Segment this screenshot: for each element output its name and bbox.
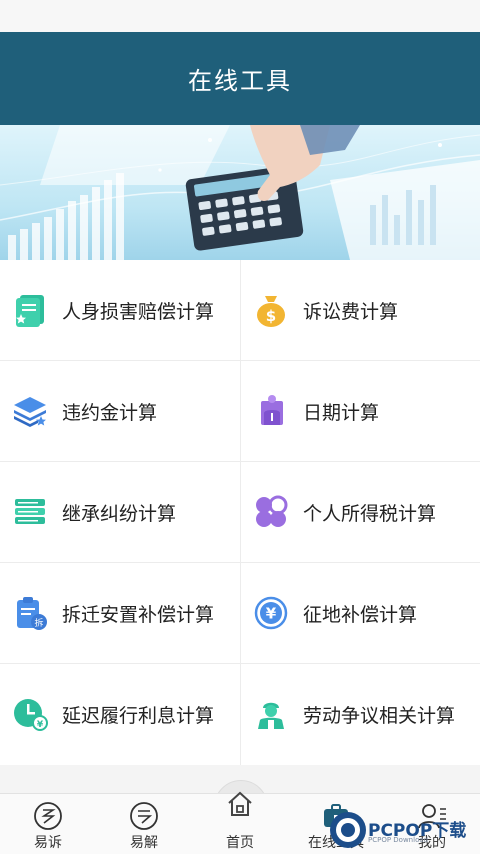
tab-label: 易诉 [34, 835, 62, 851]
tab-home[interactable]: 首页 [192, 791, 288, 854]
yen-circle-icon: ¥ [254, 596, 288, 630]
book-stack-icon [15, 499, 45, 524]
tool-label: 延迟履行利息计算 [62, 704, 215, 727]
tool-demolition[interactable]: 拆 拆迁安置补偿计算 [0, 563, 239, 663]
clock-yen-icon: ¥ [14, 699, 48, 731]
yisu-icon [34, 802, 62, 830]
tool-labor-dispute[interactable]: 劳动争议相关计算 [241, 664, 480, 764]
status-bar [0, 0, 480, 32]
tool-litigation-fee[interactable]: $ 诉讼费计算 [241, 260, 480, 360]
tool-date[interactable]: 日期计算 [241, 361, 480, 461]
tab-label: 易解 [130, 835, 158, 851]
tool-label: 征地补偿计算 [303, 603, 418, 626]
svg-text:拆: 拆 [34, 617, 43, 629]
watermark-logo-icon [330, 812, 366, 848]
tab-label: 首页 [226, 835, 254, 851]
tool-label: 诉讼费计算 [303, 300, 399, 323]
svg-text:¥: ¥ [266, 605, 277, 623]
watermark-sub: PCPOP Download [368, 836, 429, 844]
svg-text:$: $ [266, 307, 276, 325]
tool-personal-injury[interactable]: 人身损害赔偿计算 [0, 260, 239, 360]
tab-yisu[interactable]: 易诉 [0, 794, 96, 854]
tool-label: 个人所得税计算 [303, 502, 437, 525]
svg-text:¥: ¥ [37, 720, 44, 730]
tool-label: 劳动争议相关计算 [303, 704, 456, 727]
yijie-icon [130, 802, 158, 830]
home-icon [228, 791, 252, 816]
tool-label: 违约金计算 [62, 401, 158, 424]
banner-image [0, 125, 480, 260]
tool-inheritance[interactable]: 继承纠纷计算 [0, 462, 239, 562]
tool-label: 继承纠纷计算 [62, 502, 177, 525]
tools-grid: 人身损害赔偿计算 $ 诉讼费计算 违约金计算 日期计算 继承纠纷计算 个人所得税… [0, 260, 480, 765]
tool-label: 拆迁安置补偿计算 [62, 603, 215, 626]
tool-label: 日期计算 [303, 401, 380, 424]
layers-star-icon [14, 397, 46, 427]
tool-delay-interest[interactable]: ¥ 延迟履行利息计算 [0, 664, 239, 764]
money-bag-icon: $ [257, 296, 285, 327]
four-petal-icon [256, 495, 288, 527]
watermark: PCPOP下载 PCPOP Download [328, 806, 480, 853]
tool-label: 人身损害赔偿计算 [62, 300, 215, 323]
page-title: 在线工具 [188, 67, 292, 95]
tool-penalty[interactable]: 违约金计算 [0, 361, 239, 461]
clipboard-demolish-icon: 拆 [17, 597, 47, 630]
worker-icon [258, 702, 284, 729]
person-calendar-icon [261, 395, 283, 425]
tool-land-compensation[interactable]: ¥ 征地补偿计算 [241, 563, 480, 663]
document-star-icon [16, 295, 44, 327]
title-bar: 在线工具 [0, 32, 480, 125]
tool-income-tax[interactable]: 个人所得税计算 [241, 462, 480, 562]
tab-yijie[interactable]: 易解 [96, 794, 192, 854]
